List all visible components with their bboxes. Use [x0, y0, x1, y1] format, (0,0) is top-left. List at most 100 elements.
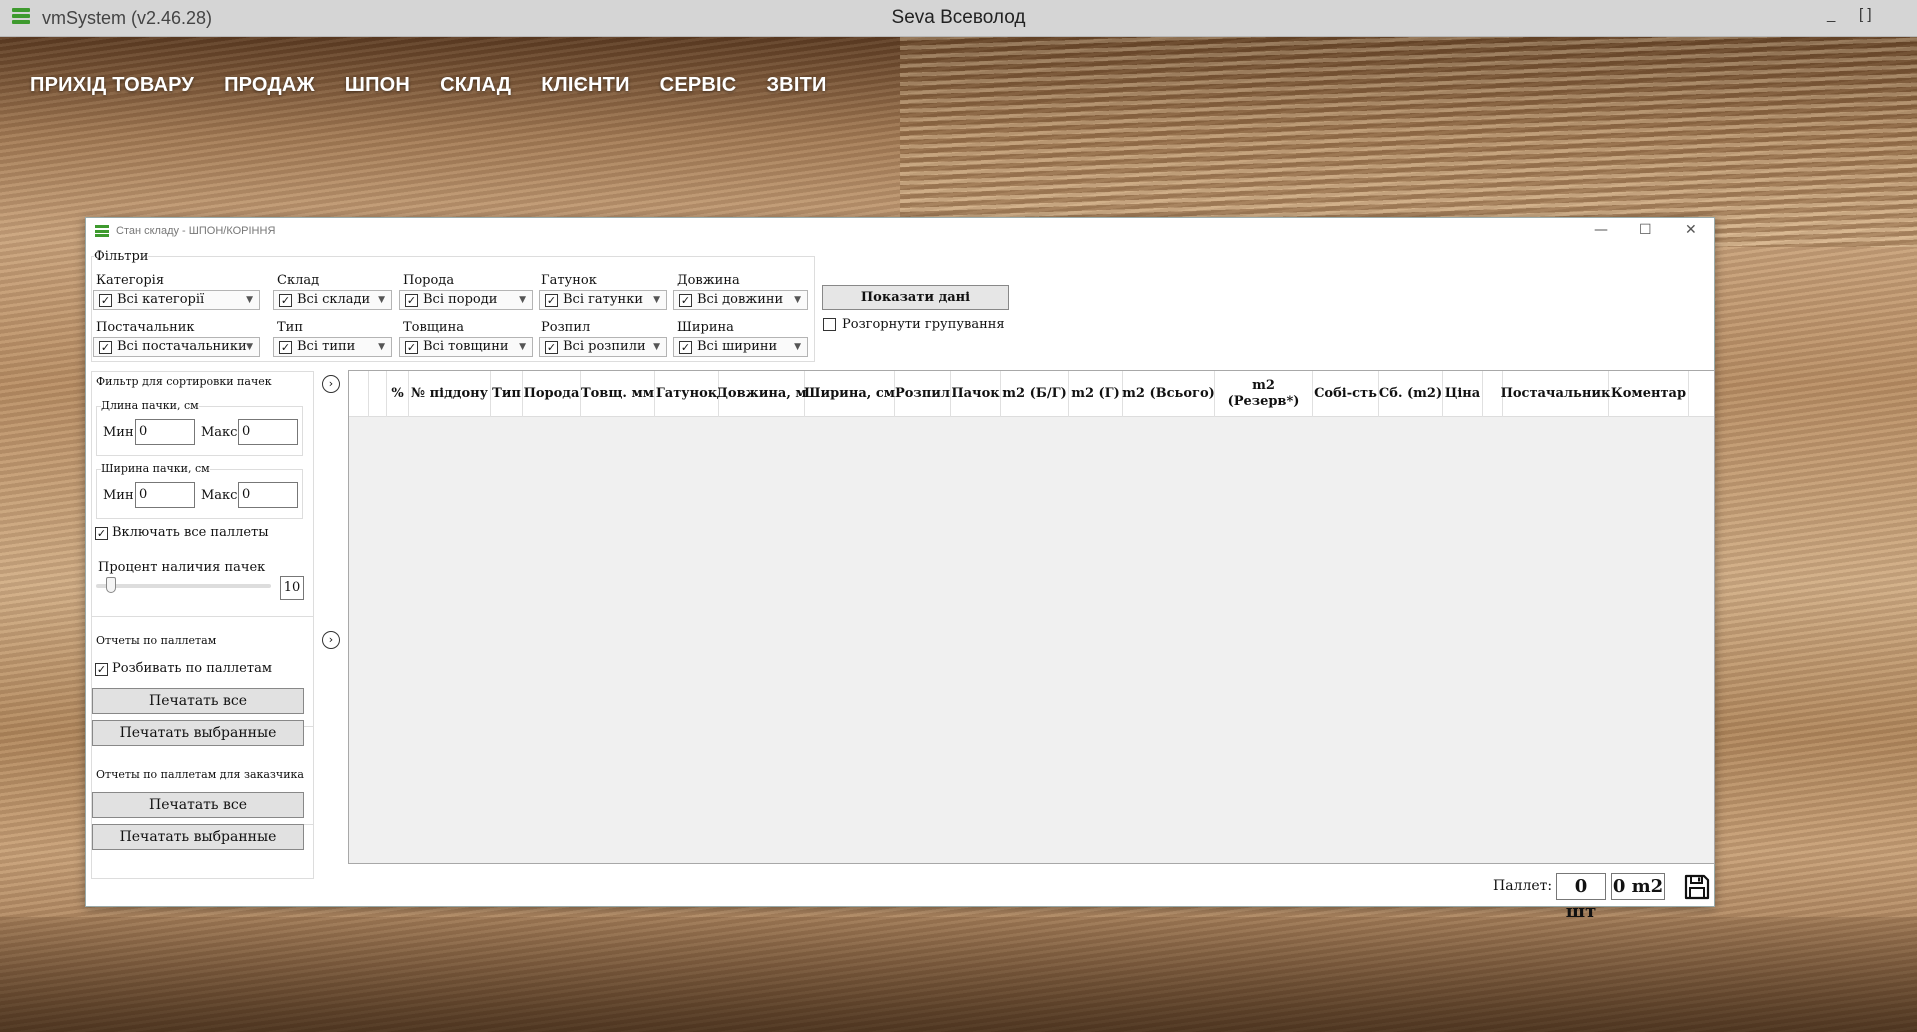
customer-print-selected-button[interactable]: Печатать выбранные: [92, 824, 304, 850]
width-combo[interactable]: ✓ Всі ширини ▼: [673, 337, 808, 357]
sort-filter-toggle-icon[interactable]: ›: [322, 375, 340, 393]
menu-item-veneer[interactable]: ШПОН: [345, 74, 410, 97]
species-checkbox[interactable]: ✓: [405, 294, 418, 307]
length-combo[interactable]: ✓ Всі довжини ▼: [673, 290, 808, 310]
col-header-grade[interactable]: Гатунок: [655, 371, 719, 417]
percent-value[interactable]: 10: [280, 576, 304, 600]
window-minimize-button[interactable]: —: [1594, 222, 1608, 238]
supplier-checkbox[interactable]: ✓: [99, 341, 112, 354]
stock-grid[interactable]: % № піддону Тип Порода Товщ. мм Гатунок …: [348, 370, 1715, 864]
col-header-blank[interactable]: [369, 371, 387, 417]
length-min-input[interactable]: 0: [135, 419, 195, 445]
width-min-input[interactable]: 0: [135, 482, 195, 508]
app-name: vmSystem (v2.46.28): [42, 8, 213, 28]
category-combo[interactable]: ✓ Всі категорії ▼: [93, 290, 260, 310]
warehouse-checkbox[interactable]: ✓: [279, 294, 292, 307]
col-header-cut[interactable]: Розпил: [895, 371, 951, 417]
print-selected-button[interactable]: Печатать выбранные: [92, 720, 304, 746]
species-combo[interactable]: ✓ Всі породи ▼: [399, 290, 533, 310]
app-titlebar: vmSystem (v2.46.28) Seva Всеволод _ [ ]: [0, 0, 1917, 37]
current-user: Seva Всеволод: [891, 7, 1026, 28]
width-max-label: Макс: [201, 488, 238, 503]
warehouse-combo[interactable]: ✓ Всі склади ▼: [273, 290, 392, 310]
col-header-width[interactable]: Ширина, см: [804, 371, 895, 417]
col-header-m2-g[interactable]: m2 (Г): [1069, 371, 1123, 417]
length-max-input[interactable]: 0: [238, 419, 298, 445]
percent-slider-track[interactable]: [96, 584, 271, 588]
customer-reports-legend: Отчеты по паллетам для заказчика: [96, 768, 304, 781]
col-header-species[interactable]: Порода: [523, 371, 581, 417]
col-header-type[interactable]: Тип: [491, 371, 523, 417]
include-all-checkbox[interactable]: ✓: [95, 527, 108, 540]
thickness-label: Товщина: [403, 320, 464, 335]
col-header-thickness[interactable]: Товщ. мм: [581, 371, 655, 417]
stock-window: Стан складу - ШПОН/КОРІННЯ — ☐ ✕ Фільтри…: [85, 217, 1715, 922]
cut-value: Всі розпили: [563, 339, 646, 354]
length-checkbox[interactable]: ✓: [679, 294, 692, 307]
category-checkbox[interactable]: ✓: [99, 294, 112, 307]
col-header-price[interactable]: Ціна: [1443, 371, 1483, 417]
menu-item-reports[interactable]: ЗВІТИ: [766, 74, 826, 97]
thickness-checkbox[interactable]: ✓: [405, 341, 418, 354]
col-header-pallet-no[interactable]: № піддону: [409, 371, 491, 417]
width-range-legend: Ширина пачки, см: [101, 462, 210, 475]
split-by-pallets-checkbox[interactable]: ✓: [95, 663, 108, 676]
pallet-reports-toggle-icon[interactable]: ›: [322, 631, 340, 649]
col-header-m2-bg[interactable]: m2 (Б/Г): [1001, 371, 1069, 417]
cut-combo[interactable]: ✓ Всі розпили ▼: [539, 337, 667, 357]
col-header-m2-total[interactable]: m2 (Всього): [1122, 371, 1215, 417]
pallets-label: Паллет:: [1493, 878, 1553, 894]
thickness-combo[interactable]: ✓ Всі товщини ▼: [399, 337, 533, 357]
cut-label: Розпил: [541, 320, 591, 335]
filters-legend: Фільтри: [94, 249, 149, 264]
app-maximize-button[interactable]: [ ]: [1859, 6, 1872, 23]
app-minimize-button[interactable]: _: [1827, 6, 1835, 23]
col-header-length[interactable]: Довжина, м: [716, 371, 807, 417]
type-label: Тип: [277, 320, 303, 335]
col-header-cost-m2[interactable]: Сб. (m2): [1379, 371, 1443, 417]
supplier-combo[interactable]: ✓ Всі постачальники ▼: [93, 337, 260, 357]
col-header-supplier[interactable]: Постачальник: [1501, 371, 1610, 417]
species-label: Порода: [403, 273, 455, 288]
menu-item-clients[interactable]: КЛІЄНТИ: [541, 74, 629, 97]
menu-item-warehouse[interactable]: СКЛАД: [440, 74, 511, 97]
grade-checkbox[interactable]: ✓: [545, 294, 558, 307]
cut-checkbox[interactable]: ✓: [545, 341, 558, 354]
width-checkbox[interactable]: ✓: [679, 341, 692, 354]
customer-print-all-button[interactable]: Печатать все: [92, 792, 304, 818]
window-close-button[interactable]: ✕: [1685, 222, 1697, 238]
supplier-value: Всі постачальники: [117, 339, 247, 354]
menu-item-sales[interactable]: ПРОДАЖ: [224, 74, 315, 97]
grade-combo[interactable]: ✓ Всі гатунки ▼: [539, 290, 667, 310]
expand-grouping-checkbox[interactable]: [823, 318, 836, 331]
percent-slider-thumb[interactable]: [106, 577, 116, 593]
col-header-comment[interactable]: Коментар: [1609, 371, 1689, 417]
grade-value: Всі гатунки: [563, 292, 643, 307]
supplier-label: Постачальник: [96, 320, 195, 335]
show-data-button[interactable]: Показати дані: [822, 285, 1009, 310]
app-logo-icon: [12, 8, 30, 24]
type-checkbox[interactable]: ✓: [279, 341, 292, 354]
width-max-input[interactable]: 0: [238, 482, 298, 508]
chevron-down-icon: ▼: [519, 295, 526, 305]
save-icon[interactable]: [1683, 873, 1711, 901]
type-combo[interactable]: ✓ Всі типи ▼: [273, 337, 392, 357]
col-header-blank[interactable]: [349, 371, 369, 417]
sort-filter-legend: Фильтр для сортировки пачек: [96, 375, 272, 388]
print-all-button[interactable]: Печатать все: [92, 688, 304, 714]
col-header-m2-reserve[interactable]: m2 (Резерв*): [1215, 371, 1313, 417]
chevron-down-icon: ▼: [378, 342, 385, 352]
window-maximize-button[interactable]: ☐: [1639, 222, 1652, 238]
split-by-pallets-label: Розбивать по паллетам: [112, 661, 272, 676]
species-value: Всі породи: [423, 292, 498, 307]
col-header-cost[interactable]: Собі-сть: [1313, 371, 1379, 417]
menu-item-service[interactable]: СЕРВІС: [660, 74, 737, 97]
include-all-label: Включать все паллеты: [112, 525, 269, 540]
col-header-packs[interactable]: Пачок: [951, 371, 1001, 417]
length-min-label: Мин: [103, 425, 134, 440]
pallets-area: 0 m2: [1611, 873, 1665, 900]
window-logo-icon: [95, 225, 109, 237]
menu-item-incoming[interactable]: ПРИХІД ТОВАРУ: [30, 74, 194, 97]
col-header-percent[interactable]: %: [387, 371, 409, 417]
chevron-down-icon: ▼: [794, 342, 801, 352]
